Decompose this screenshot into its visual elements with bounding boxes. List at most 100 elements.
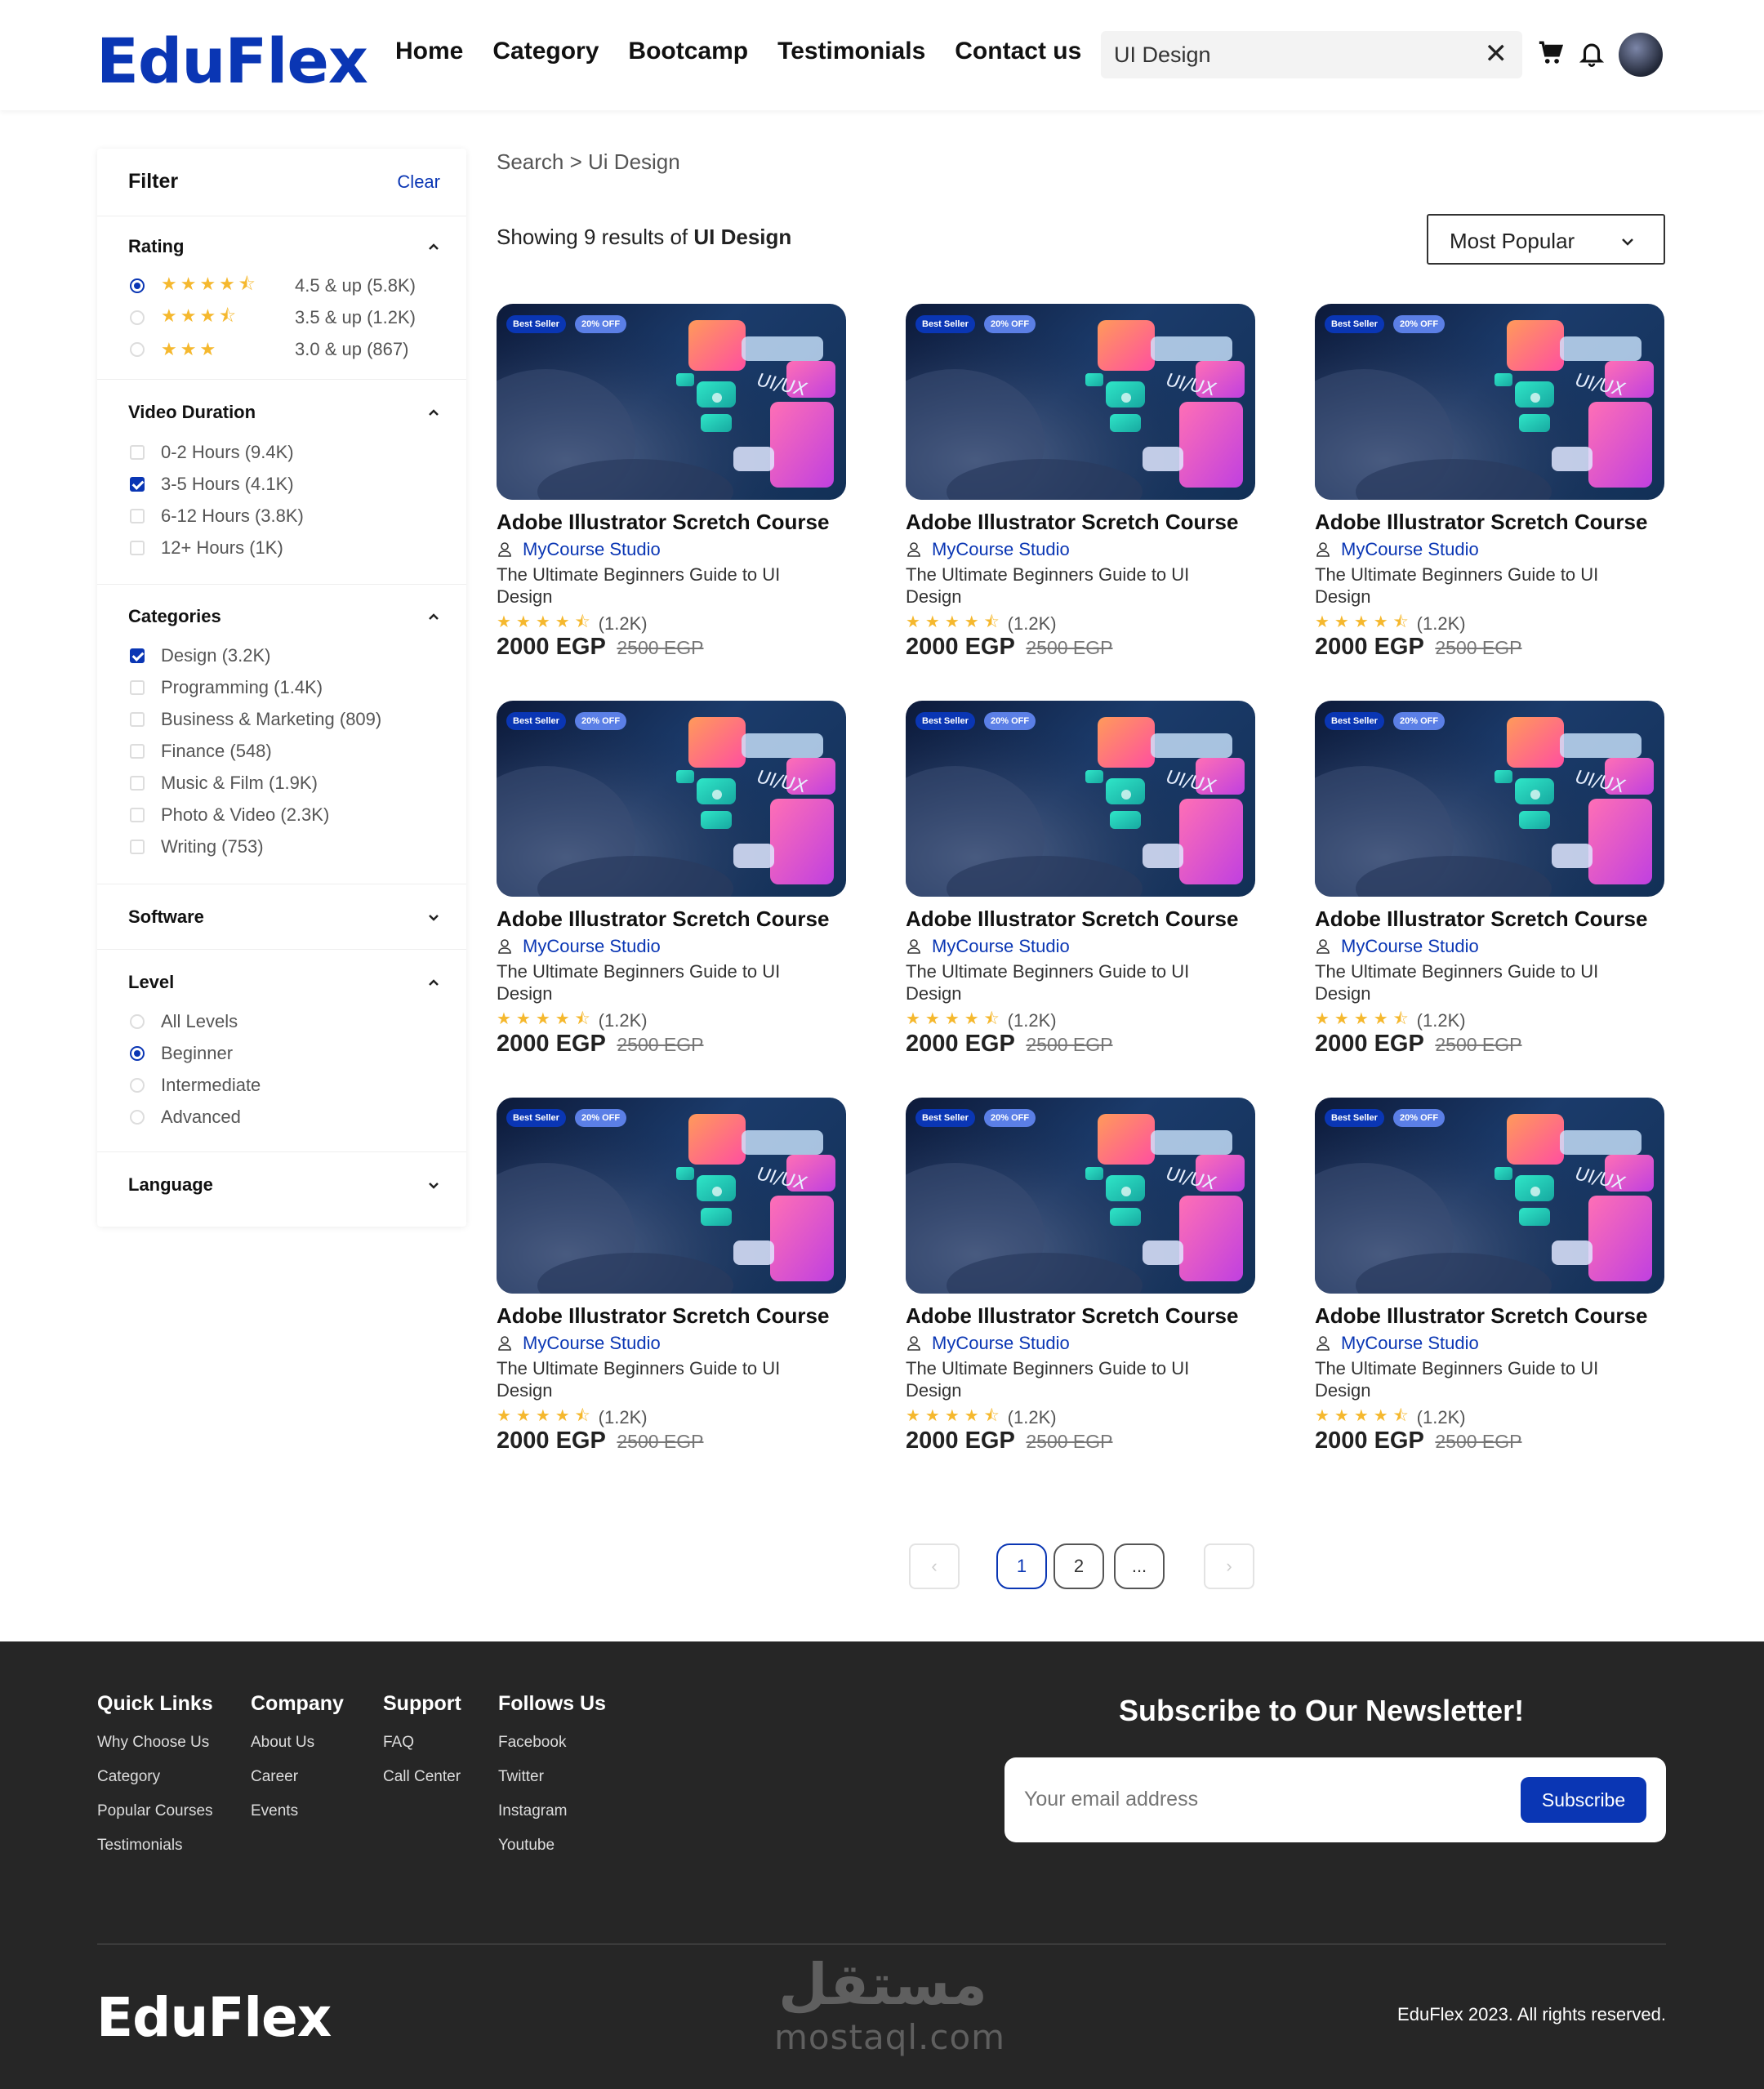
duration-option[interactable]: 3-5 Hours (4.1K) [130,472,294,497]
course-title[interactable]: Adobe Illustrator Scretch Course [497,1303,829,1329]
radio-button[interactable] [130,342,145,357]
course-author[interactable]: MyCourse Studio [497,936,661,957]
radio-button[interactable] [130,1078,145,1093]
categories-section-title[interactable]: Categories [128,606,221,627]
chevron-up-icon[interactable] [425,238,442,255]
logo[interactable]: EduFlex [96,24,368,97]
checkbox[interactable] [130,808,145,822]
course-thumbnail[interactable]: UI/UX Best Seller 20% OFF [906,1098,1255,1294]
checkbox[interactable] [130,445,145,460]
clear-filters-button[interactable]: Clear [397,171,440,193]
level-section-title[interactable]: Level [128,972,174,993]
checkbox[interactable] [130,712,145,727]
chevron-down-icon[interactable] [425,909,442,925]
course-card[interactable]: UI/UX Best Seller 20% OFF Adobe Illustra… [906,701,1255,1076]
course-author[interactable]: MyCourse Studio [1315,936,1479,957]
course-card[interactable]: UI/UX Best Seller 20% OFF Adobe Illustra… [497,304,846,679]
rating-option[interactable]: ★★★ 3.0 & up (867) [130,337,408,362]
category-option[interactable]: Music & Film (1.9K) [130,771,318,795]
course-author[interactable]: MyCourse Studio [497,539,661,560]
course-card[interactable]: UI/UX Best Seller 20% OFF Adobe Illustra… [906,304,1255,679]
course-thumbnail[interactable]: UI/UX Best Seller 20% OFF [497,304,846,500]
duration-option[interactable]: 12+ Hours (1K) [130,536,283,560]
footer-link[interactable]: Events [251,1802,344,1837]
language-section-title[interactable]: Language [128,1174,213,1196]
duration-option[interactable]: 0-2 Hours (9.4K) [130,440,294,465]
footer-logo[interactable]: EduFlex [96,1986,332,2049]
course-title[interactable]: Adobe Illustrator Scretch Course [906,1303,1238,1329]
footer-link[interactable]: Testimonials [97,1837,213,1871]
course-title[interactable]: Adobe Illustrator Scretch Course [1315,510,1647,535]
avatar[interactable] [1619,33,1663,77]
course-thumbnail[interactable]: UI/UX Best Seller 20% OFF [1315,304,1664,500]
search-input[interactable] [1114,39,1457,70]
checkbox[interactable] [130,477,145,492]
course-thumbnail[interactable]: UI/UX Best Seller 20% OFF [497,701,846,897]
chevron-up-icon[interactable] [425,974,442,991]
chevron-up-icon[interactable] [425,404,442,421]
footer-link[interactable]: Popular Courses [97,1802,213,1837]
nav-testimonials[interactable]: Testimonials [777,38,925,65]
course-thumbnail[interactable]: UI/UX Best Seller 20% OFF [1315,1098,1664,1294]
course-card[interactable]: UI/UX Best Seller 20% OFF Adobe Illustra… [1315,304,1664,679]
course-thumbnail[interactable]: UI/UX Best Seller 20% OFF [906,701,1255,897]
duration-section-title[interactable]: Video Duration [128,402,256,423]
page-button[interactable]: 1 [996,1543,1047,1589]
nav-home[interactable]: Home [395,38,463,65]
breadcrumb[interactable]: Search > Ui Design [497,149,680,175]
category-option[interactable]: Finance (548) [130,739,272,764]
checkbox[interactable] [130,680,145,695]
radio-button[interactable] [130,1046,145,1061]
radio-button[interactable] [130,1110,145,1125]
category-option[interactable]: Design (3.2K) [130,644,271,668]
footer-link[interactable]: Facebook [498,1734,606,1768]
subscribe-button[interactable]: Subscribe [1521,1777,1646,1823]
course-author[interactable]: MyCourse Studio [1315,539,1479,560]
category-option[interactable]: Photo & Video (2.3K) [130,803,329,827]
course-author[interactable]: MyCourse Studio [906,539,1070,560]
checkbox[interactable] [130,541,145,555]
rating-option[interactable]: ★★★⯪ 3.5 & up (1.2K) [130,305,416,330]
course-author[interactable]: MyCourse Studio [497,1333,661,1354]
footer-link[interactable]: Career [251,1768,344,1802]
email-field[interactable] [1024,1782,1481,1816]
footer-link[interactable]: Youtube [498,1837,606,1871]
level-option[interactable]: Advanced [130,1105,241,1129]
page-button[interactable]: 2 [1054,1543,1104,1589]
footer-link[interactable]: About Us [251,1734,344,1768]
page-ellipsis[interactable]: ... [1114,1543,1165,1589]
radio-button[interactable] [130,1014,145,1029]
rating-option[interactable]: ★★★★⯪ 4.5 & up (5.8K) [130,274,416,298]
course-thumbnail[interactable]: UI/UX Best Seller 20% OFF [906,304,1255,500]
course-title[interactable]: Adobe Illustrator Scretch Course [497,510,829,535]
software-section-title[interactable]: Software [128,906,204,928]
course-title[interactable]: Adobe Illustrator Scretch Course [1315,1303,1647,1329]
footer-link[interactable]: Twitter [498,1768,606,1802]
footer-link[interactable]: FAQ [383,1734,461,1768]
level-option[interactable]: All Levels [130,1009,238,1034]
radio-button[interactable] [130,278,145,293]
checkbox[interactable] [130,840,145,854]
duration-option[interactable]: 6-12 Hours (3.8K) [130,504,304,528]
course-card[interactable]: UI/UX Best Seller 20% OFF Adobe Illustra… [1315,1098,1664,1473]
level-option[interactable]: Intermediate [130,1073,261,1098]
course-card[interactable]: UI/UX Best Seller 20% OFF Adobe Illustra… [497,1098,846,1473]
chevron-down-icon[interactable] [425,1177,442,1193]
checkbox[interactable] [130,776,145,791]
checkbox[interactable] [130,509,145,523]
sort-dropdown[interactable]: Most Popular [1427,214,1665,265]
course-title[interactable]: Adobe Illustrator Scretch Course [906,906,1238,932]
footer-link[interactable]: Why Choose Us [97,1734,213,1768]
course-author[interactable]: MyCourse Studio [1315,1333,1479,1354]
course-author[interactable]: MyCourse Studio [906,1333,1070,1354]
course-card[interactable]: UI/UX Best Seller 20% OFF Adobe Illustra… [497,701,846,1076]
prev-page-button[interactable]: ‹ [909,1543,960,1589]
course-title[interactable]: Adobe Illustrator Scretch Course [497,906,829,932]
footer-link[interactable]: Call Center [383,1768,461,1802]
cart-icon[interactable] [1537,39,1565,67]
nav-category[interactable]: Category [492,38,599,65]
course-title[interactable]: Adobe Illustrator Scretch Course [906,510,1238,535]
radio-button[interactable] [130,310,145,325]
footer-link[interactable]: Instagram [498,1802,606,1837]
close-icon[interactable]: ✕ [1485,38,1508,70]
